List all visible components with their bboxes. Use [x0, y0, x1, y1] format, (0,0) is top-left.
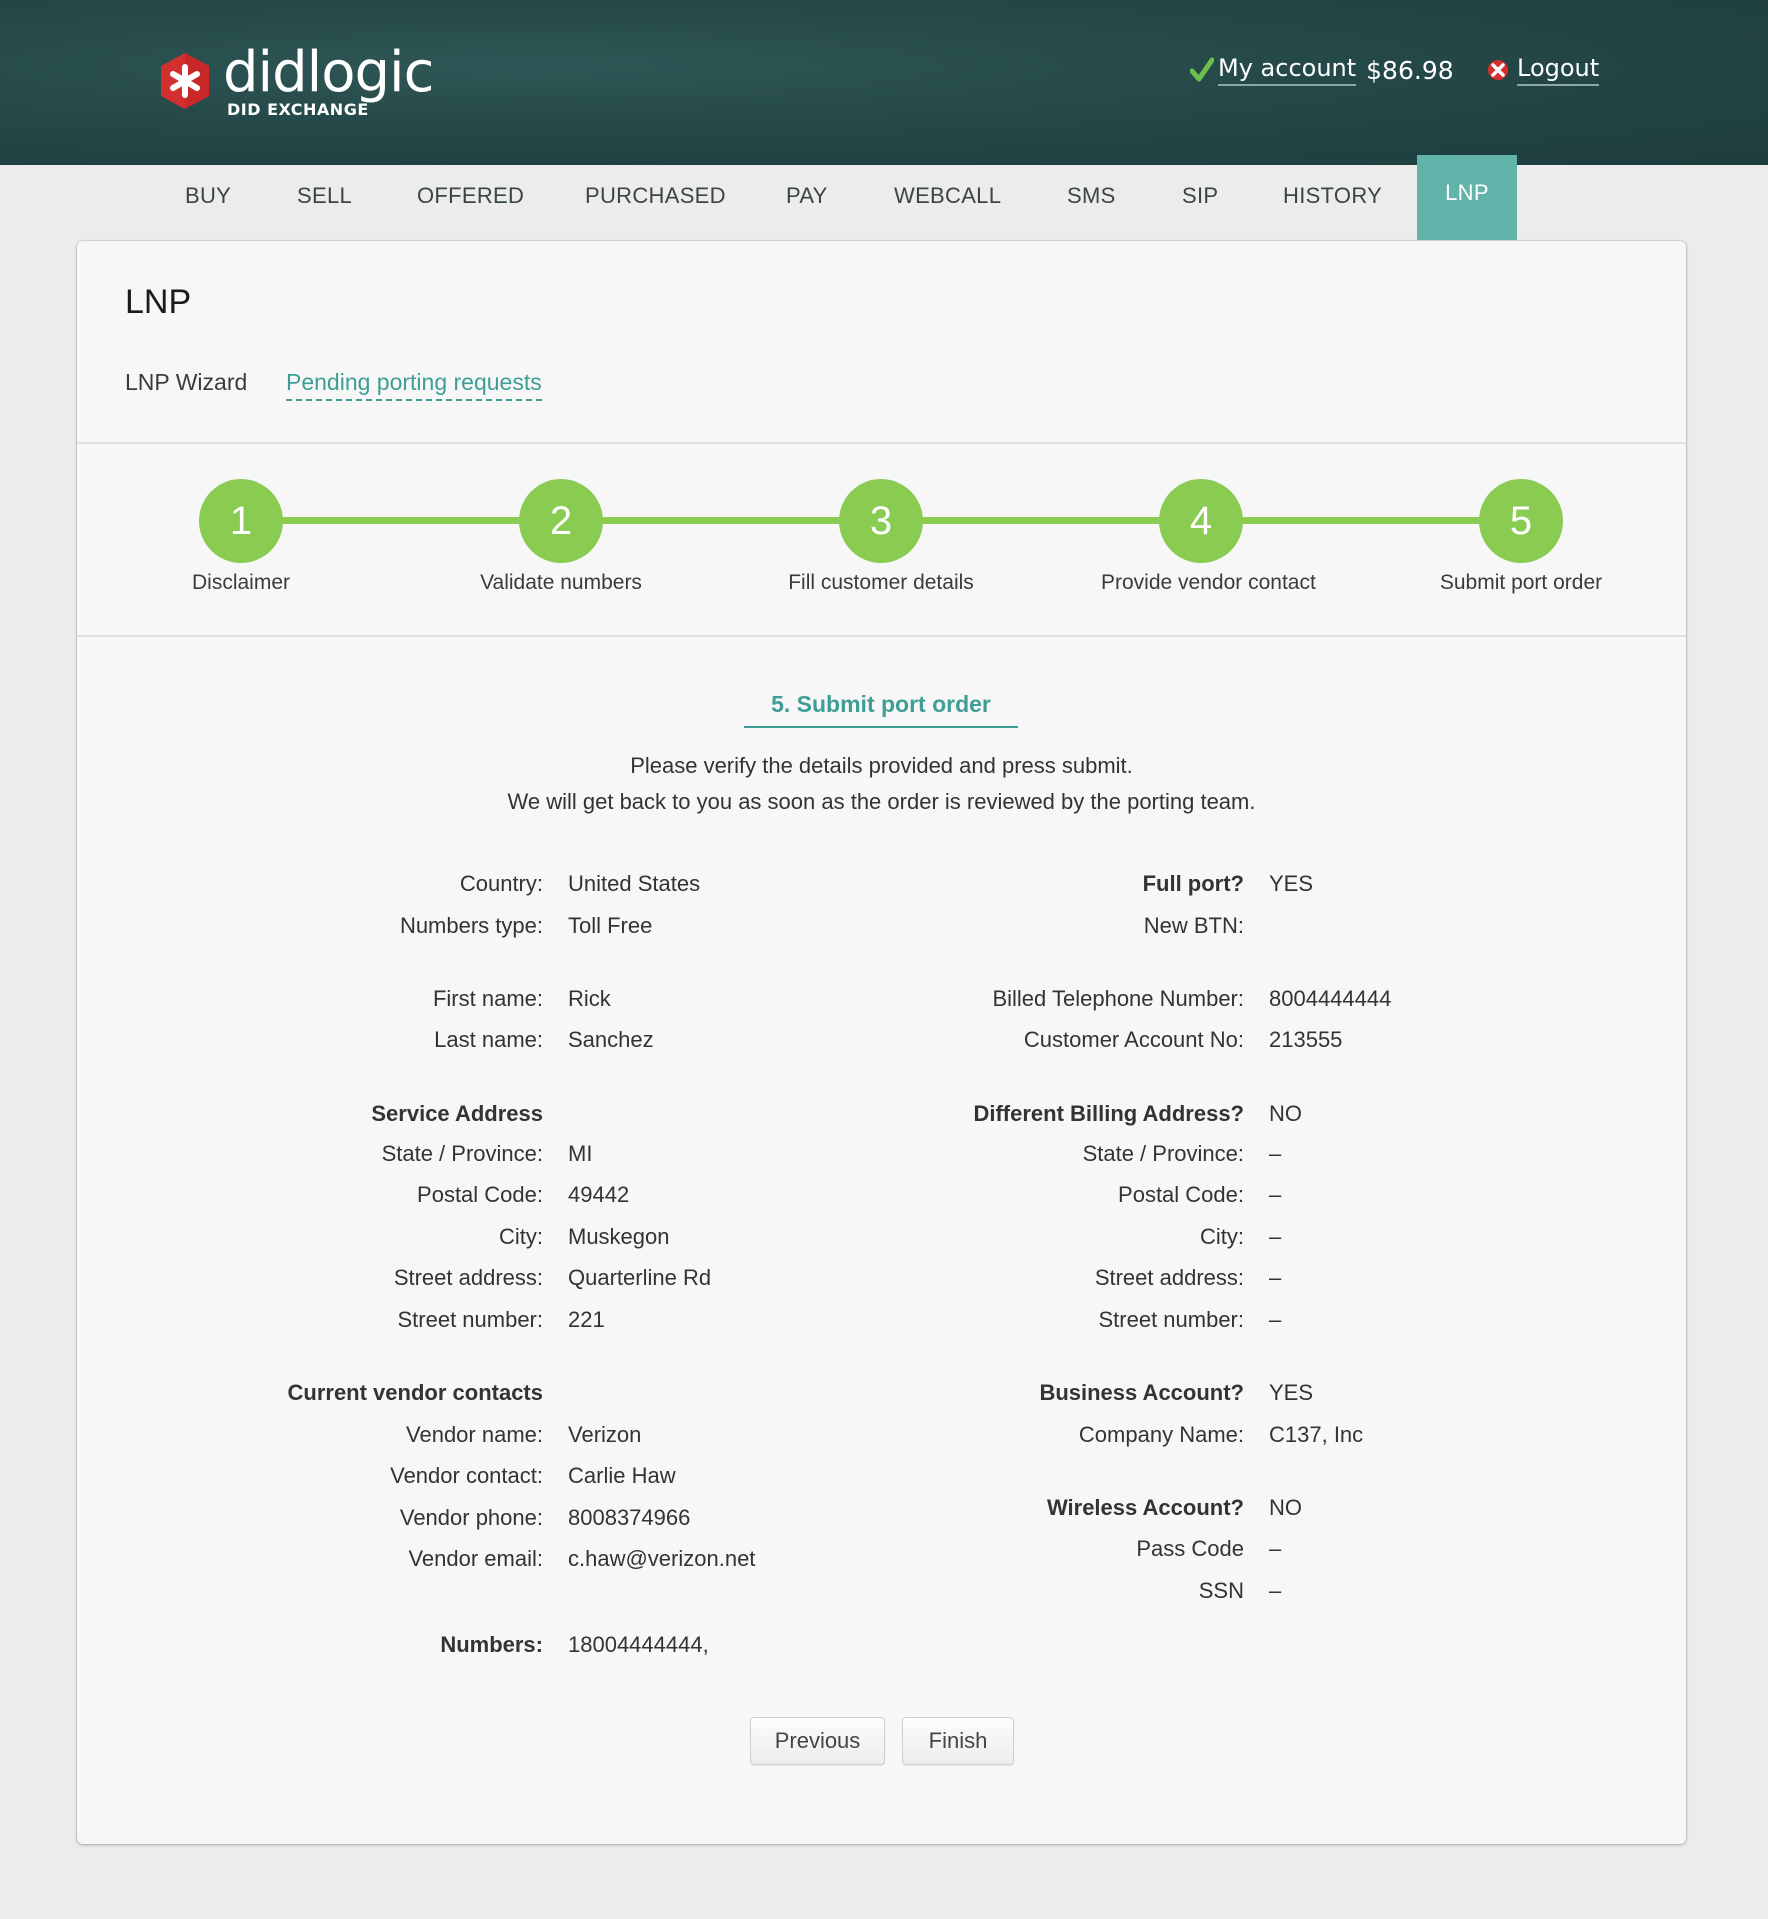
nav-sms[interactable]: SMS — [1067, 183, 1116, 209]
field-value: 18004444444, — [568, 1632, 709, 1657]
summary-row: Full port? YES — [77, 871, 1313, 901]
page-title: LNP — [125, 283, 192, 321]
summary-row: SSN – — [77, 1578, 1282, 1608]
field-label: Pass Code — [1136, 1536, 1244, 1561]
field-value: 8004444444 — [1269, 986, 1392, 1011]
field-value: – — [1269, 1307, 1282, 1332]
logout-area: Logout — [1487, 52, 1600, 88]
summary-row: State / Province: – — [77, 1141, 1282, 1171]
field-label: Billed Telephone Number: — [992, 986, 1244, 1011]
lnp-card: LNP LNP Wizard Pending porting requests … — [77, 241, 1686, 1844]
nav-lnp-label: LNP — [1445, 180, 1489, 205]
summary-row: Business Account? YES — [77, 1380, 1313, 1410]
field-label: Street number: — [1098, 1307, 1244, 1332]
section-title: 5. Submit port order — [744, 691, 1018, 728]
field-label: Customer Account No: — [1023, 1027, 1244, 1052]
logout-link[interactable]: Logout — [1517, 54, 1600, 86]
summary-row: Wireless Account? NO — [77, 1495, 1302, 1525]
main-nav: BUY SELL OFFERED PURCHASED PAY WEBCALL S… — [0, 155, 1768, 241]
field-label: Postal Code: — [1118, 1182, 1244, 1207]
field-label: New BTN: — [1143, 913, 1244, 938]
nav-webcall[interactable]: WEBCALL — [894, 183, 1001, 209]
field-value: YES — [1269, 1380, 1314, 1405]
step-label: Validate numbers — [480, 571, 642, 594]
field-label: Different Billing Address? — [973, 1101, 1244, 1126]
finish-button[interactable]: Finish — [902, 1717, 1014, 1765]
step-number: 2 — [519, 479, 603, 563]
wizard-step-2[interactable]: 2 Validate numbers — [461, 479, 661, 595]
tab-pending-porting-requests[interactable]: Pending porting requests — [286, 369, 542, 401]
field-label: Numbers: — [440, 1632, 543, 1657]
summary-row: Street address: – — [77, 1265, 1281, 1295]
nav-pay[interactable]: PAY — [786, 183, 828, 209]
nav-history[interactable]: HISTORY — [1283, 183, 1382, 209]
wizard-step-1[interactable]: 1 Disclaimer — [141, 479, 341, 595]
asterisk-logo-icon — [161, 53, 209, 109]
summary-row: Numbers: 18004444444, — [77, 1632, 708, 1662]
account-balance: $86.98 — [1366, 55, 1454, 85]
summary-row: Vendor contact: Carlie Haw — [77, 1463, 675, 1493]
step-label: Disclaimer — [191, 571, 290, 594]
field-value: Carlie Haw — [568, 1463, 676, 1488]
field-value: NO — [1269, 1101, 1302, 1126]
summary-row: Different Billing Address? NO — [77, 1101, 1302, 1131]
field-value: – — [1269, 1536, 1282, 1561]
nav-sip[interactable]: SIP — [1182, 183, 1218, 209]
description-line-1: Please verify the details provided and p… — [630, 753, 1133, 778]
wizard-step-3[interactable]: 3 Fill customer details — [781, 479, 981, 595]
field-label: Company Name: — [1078, 1422, 1244, 1447]
wizard-steps: 1 Disclaimer 2 Validate numbers 3 Fill c… — [77, 443, 1686, 633]
field-value: NO — [1269, 1495, 1302, 1520]
field-label: Vendor contact: — [390, 1463, 543, 1488]
field-label: Business Account? — [1039, 1380, 1244, 1405]
tab-lnp-wizard[interactable]: LNP Wizard — [125, 369, 247, 396]
field-value: – — [1269, 1182, 1282, 1207]
brand-name: didlogic — [223, 40, 434, 105]
step-number: 1 — [199, 479, 283, 563]
nav-offered[interactable]: OFFERED — [417, 183, 524, 209]
site-header: didlogic DID EXCHANGE My account $86.98 … — [0, 0, 1768, 165]
checkmark-icon — [1190, 57, 1214, 82]
nav-sell[interactable]: SELL — [297, 183, 352, 209]
step-number: 5 — [1479, 479, 1563, 563]
step-number: 4 — [1159, 479, 1243, 563]
summary-row: Customer Account No: 213555 — [77, 1027, 1343, 1057]
field-value: 213555 — [1269, 1027, 1343, 1052]
step-label: Submit port order — [1439, 571, 1603, 594]
field-value: C137, Inc — [1269, 1422, 1364, 1447]
field-label: Full port? — [1142, 871, 1244, 896]
field-value: – — [1269, 1224, 1282, 1249]
nav-purchased[interactable]: PURCHASED — [585, 183, 726, 209]
wizard-step-4[interactable]: 4 Provide vendor contact — [1101, 479, 1316, 595]
my-account-link[interactable]: My account — [1218, 54, 1357, 86]
field-label: SSN — [1198, 1578, 1244, 1603]
summary-row: Pass Code – — [77, 1536, 1281, 1566]
field-label: Street address: — [1094, 1265, 1244, 1290]
summary-row: Postal Code: – — [77, 1182, 1281, 1212]
step-label: Fill customer details — [788, 571, 974, 594]
wizard-step-5[interactable]: 5 Submit port order — [1421, 479, 1621, 595]
summary-row: Billed Telephone Number: 8004444444 — [77, 986, 1391, 1016]
nav-buy[interactable]: BUY — [185, 183, 231, 209]
field-value: YES — [1269, 871, 1314, 896]
summary-row: City: – — [77, 1224, 1281, 1254]
field-label: City: — [1200, 1224, 1244, 1249]
account-area: My account $86.98 — [1190, 52, 1454, 88]
divider — [77, 635, 1686, 637]
summary-row: Company Name: C137, Inc — [77, 1422, 1363, 1452]
brand-tagline: DID EXCHANGE — [227, 100, 369, 119]
summary-row: New BTN: — [77, 913, 1244, 943]
field-label: Wireless Account? — [1046, 1495, 1244, 1520]
description-line-2: We will get back to you as soon as the o… — [507, 789, 1256, 814]
nav-lnp[interactable]: LNP — [1417, 155, 1517, 241]
field-value: – — [1269, 1141, 1282, 1166]
close-x-icon — [1488, 60, 1508, 80]
step-label: Provide vendor contact — [1101, 571, 1316, 594]
step-number: 3 — [839, 479, 923, 563]
field-value: – — [1269, 1578, 1282, 1603]
previous-button[interactable]: Previous — [750, 1717, 885, 1765]
summary-row: Street number: – — [77, 1307, 1281, 1337]
field-value: – — [1269, 1265, 1282, 1290]
field-label: State / Province: — [1082, 1141, 1244, 1166]
